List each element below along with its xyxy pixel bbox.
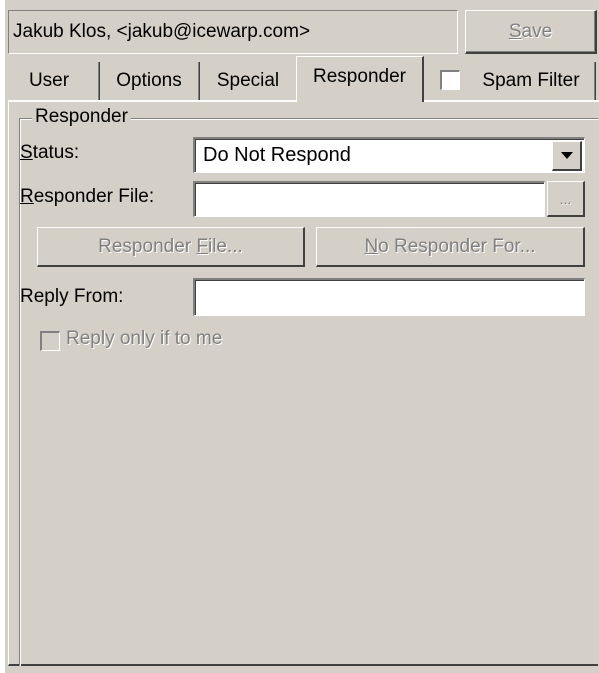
tab-special[interactable]: Special xyxy=(204,62,292,100)
tab-responder[interactable]: Responder xyxy=(296,56,424,102)
reply-only-checkbox[interactable] xyxy=(40,331,60,351)
save-mnemonic: S xyxy=(508,20,522,42)
reply-from-label: Reply From: xyxy=(20,286,124,307)
chevron-down-icon xyxy=(560,152,573,159)
responder-file-btn-pre: Responder xyxy=(98,235,197,257)
reply-only-label: Reply only if to me xyxy=(66,328,223,349)
status-mnemonic: S xyxy=(20,142,33,163)
tab-user[interactable]: User xyxy=(14,62,84,100)
responder-file-button[interactable]: Responder File... xyxy=(37,227,305,267)
reply-from-input[interactable] xyxy=(193,278,585,316)
tab-spam-filter[interactable]: Spam Filter xyxy=(468,62,594,100)
save-button[interactable]: Save xyxy=(465,10,597,54)
tab-divider xyxy=(198,62,200,100)
responder-file-btn-post: ile... xyxy=(207,235,243,257)
tab-divider xyxy=(98,62,100,100)
account-text: Jakub Klos, <jakub@icewarp.com> xyxy=(13,21,311,42)
browse-label: ... xyxy=(559,190,572,207)
status-select[interactable]: Do Not Respond xyxy=(193,137,585,173)
responder-file-label: Responder File: xyxy=(20,186,154,208)
tab-responder-label: Responder xyxy=(313,65,406,87)
dropdown-button[interactable] xyxy=(552,141,582,171)
tab-options[interactable]: Options xyxy=(104,62,194,100)
tab-spam-filter-label: Spam Filter xyxy=(482,70,580,91)
groupbox-title: Responder xyxy=(32,106,131,128)
responder-file-mnemonic: R xyxy=(20,186,34,207)
no-responder-for-button[interactable]: No Responder For... xyxy=(316,227,585,267)
no-responder-btn-post: o Responder For... xyxy=(378,235,536,257)
responder-file-label-rest: esponder File: xyxy=(33,186,155,207)
responder-file-btn-mnemonic: F xyxy=(196,235,208,257)
status-label: Status: xyxy=(20,142,79,164)
no-responder-btn-mnemonic: N xyxy=(364,235,379,257)
tab-divider xyxy=(594,62,596,100)
status-select-value: Do Not Respond xyxy=(203,144,351,166)
tab-special-label: Special xyxy=(216,70,280,91)
responder-file-input[interactable] xyxy=(193,181,545,217)
browse-button[interactable]: ... xyxy=(547,181,585,217)
save-label-rest: ave xyxy=(521,20,553,42)
tab-user-label: User xyxy=(28,70,70,91)
account-display: Jakub Klos, <jakub@icewarp.com> xyxy=(8,10,458,54)
status-label-rest: tatus: xyxy=(32,142,80,163)
spam-filter-checkbox[interactable] xyxy=(440,70,460,90)
tab-options-label: Options xyxy=(116,70,182,91)
